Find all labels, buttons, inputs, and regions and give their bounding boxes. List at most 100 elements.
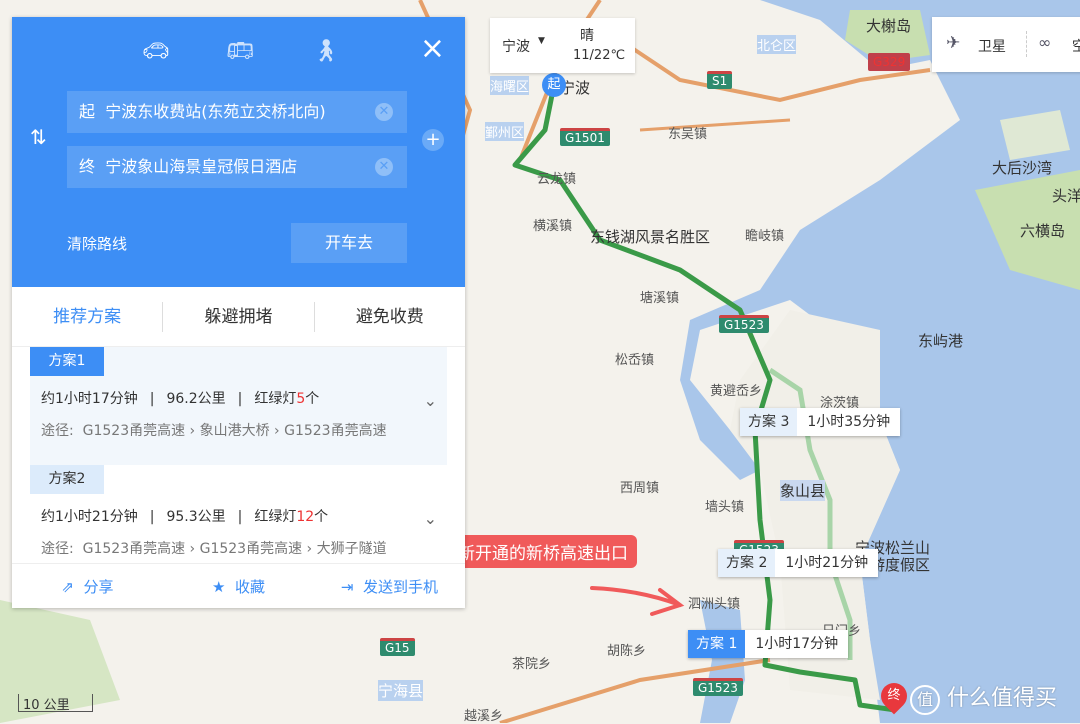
end-marker-label: 终 bbox=[887, 688, 901, 703]
weather-temp: 11/22℃ bbox=[573, 48, 626, 63]
map-label: 大后沙湾 bbox=[992, 159, 1053, 177]
via-item: G1523甬莞高速 bbox=[199, 541, 303, 557]
plan-tag: 方案1 bbox=[30, 347, 104, 376]
bus-icon[interactable]: 🚌︎ bbox=[226, 39, 254, 64]
end-marker[interactable]: 终 bbox=[875, 677, 913, 715]
map-label: 头洋 bbox=[1052, 187, 1080, 205]
via-label: 途径: bbox=[41, 541, 74, 557]
clear-start-icon[interactable]: ✕ bbox=[375, 103, 393, 121]
add-waypoint-button[interactable]: + bbox=[422, 129, 444, 151]
weather-widget[interactable]: 宁波 ▼ 晴 11/22℃ bbox=[490, 18, 635, 73]
star-icon: ★ bbox=[211, 577, 226, 596]
route-callout-1[interactable]: 方案 1 1小时17分钟 bbox=[688, 630, 849, 658]
map-label: 塘溪镇 bbox=[640, 291, 680, 306]
highway-shield: G1523 bbox=[693, 678, 743, 696]
panorama-button[interactable]: 空 bbox=[1072, 36, 1080, 56]
chevron-down-icon[interactable]: ⌄ bbox=[424, 391, 437, 410]
callout-tag: 方案 1 bbox=[688, 630, 746, 658]
divider bbox=[1026, 31, 1027, 57]
clear-end-icon[interactable]: ✕ bbox=[375, 158, 393, 176]
clear-route-button[interactable]: 清除路线 bbox=[67, 233, 127, 254]
end-value: 宁波象山海景皇冠假日酒店 bbox=[105, 157, 298, 176]
lights-unit: 个 bbox=[314, 509, 329, 525]
callout-time: 1小时21分钟 bbox=[785, 555, 869, 571]
chevron-down-icon: ▼ bbox=[538, 36, 545, 46]
share-button[interactable]: ⇗ 分享 bbox=[12, 576, 163, 597]
lights-label: 红绿灯 bbox=[254, 509, 297, 525]
map-label: 六横岛 bbox=[1020, 222, 1066, 240]
swap-button[interactable]: ⇅ bbox=[30, 125, 47, 149]
route-panel: 🚗︎ 🚌︎ 🚶︎ × ⇅ 起 宁波东收费站(东苑立交桥北向) ✕ 终 宁波象山海景… bbox=[12, 17, 465, 608]
route-header: 🚗︎ 🚌︎ 🚶︎ × ⇅ 起 宁波东收费站(东苑立交桥北向) ✕ 终 宁波象山海景… bbox=[12, 17, 465, 287]
highway-shield: S1 bbox=[707, 71, 733, 89]
walk-icon[interactable]: 🚶︎ bbox=[312, 39, 340, 64]
via-item: G1523甬莞高速 bbox=[82, 541, 186, 557]
watermark: 值 什么值得买 bbox=[910, 680, 1057, 715]
callout-tag: 方案 3 bbox=[740, 408, 798, 436]
lights-unit: 个 bbox=[305, 391, 320, 407]
watermark-text: 什么值得买 bbox=[947, 686, 1058, 711]
lights-count: 5 bbox=[296, 391, 306, 407]
map-label: 云龙镇 bbox=[537, 172, 577, 187]
chevron-down-icon[interactable]: ⌄ bbox=[424, 509, 437, 528]
map-label: 东钱湖风景名胜区 bbox=[590, 228, 711, 246]
share-icon: ⇗ bbox=[61, 577, 74, 596]
route-callout-2[interactable]: 方案 2 1小时21分钟 bbox=[718, 549, 879, 577]
plan-1[interactable]: 方案1 约1小时17分钟 | 96.2公里 | 红绿灯5个 ⌄ 途径: G1523甬莞高… bbox=[30, 347, 447, 465]
highway-shield: G329 bbox=[868, 53, 911, 71]
map-label: 泗洲头镇 bbox=[688, 597, 741, 612]
callout-tag: 方案 2 bbox=[718, 549, 776, 577]
weather-condition: 晴 bbox=[580, 28, 594, 44]
watermark-icon: 值 bbox=[910, 685, 940, 715]
plan-2[interactable]: 方案2 约1小时21分钟 | 95.3公里 | 红绿灯12个 ⌄ 途径: G1523甬莞… bbox=[30, 465, 447, 565]
map-label: 墙头镇 bbox=[705, 500, 745, 515]
annotation-label: 新开通的新桥高速出口 bbox=[449, 535, 637, 568]
satellite-icon: ✈ bbox=[946, 33, 961, 53]
start-value: 宁波东收费站(东苑立交桥北向) bbox=[105, 102, 326, 121]
tab-avoid-tolls[interactable]: 避免收费 bbox=[315, 302, 465, 332]
highway-shield: G15 bbox=[380, 638, 415, 656]
close-button[interactable]: × bbox=[420, 31, 445, 66]
send-icon: ⇥ bbox=[340, 577, 354, 596]
route-callout-3[interactable]: 方案 3 1小时35分钟 bbox=[740, 408, 901, 436]
tab-recommended[interactable]: 推荐方案 bbox=[12, 301, 164, 332]
map-label: 松岙镇 bbox=[615, 353, 655, 368]
map-label: 鄞州区 bbox=[485, 122, 525, 141]
tab-avoid-congestion[interactable]: 躲避拥堵 bbox=[163, 301, 315, 332]
map-label: 瞻岐镇 bbox=[745, 229, 785, 244]
panel-footer: ⇗ 分享 ★ 收藏 ⇥ 发送到手机 bbox=[12, 563, 465, 608]
highway-shield: G1501 bbox=[560, 128, 610, 146]
plan-distance: 96.2公里 bbox=[166, 391, 226, 407]
highway-shield: G1523 bbox=[719, 315, 769, 333]
start-input[interactable]: 起 宁波东收费站(东苑立交桥北向) ✕ bbox=[67, 91, 407, 133]
map-label: 北仑区 bbox=[757, 35, 797, 54]
map-label: 大榭岛 bbox=[866, 17, 912, 35]
send-label: 发送到手机 bbox=[363, 577, 439, 596]
satellite-button[interactable]: 卫星 bbox=[978, 36, 1006, 56]
plan-time: 约1小时17分钟 bbox=[41, 391, 138, 407]
map-label: 越溪乡 bbox=[464, 709, 504, 724]
end-prefix: 终 bbox=[79, 157, 96, 176]
map-label: 胡陈乡 bbox=[607, 644, 647, 659]
car-icon[interactable]: 🚗︎ bbox=[142, 39, 170, 64]
via-label: 途径: bbox=[41, 423, 74, 439]
callout-time: 1小时17分钟 bbox=[755, 636, 839, 652]
start-marker[interactable]: 起 bbox=[542, 73, 566, 97]
scale-bar: 10 公里 bbox=[18, 694, 93, 713]
share-label: 分享 bbox=[83, 577, 114, 596]
favorite-button[interactable]: ★ 收藏 bbox=[163, 576, 314, 597]
via-item: 象山港大桥 bbox=[199, 423, 270, 439]
map-label: 横溪镇 bbox=[533, 219, 573, 234]
via-item: G1523甬莞高速 bbox=[284, 423, 387, 439]
start-prefix: 起 bbox=[79, 102, 96, 121]
map-label: 东吴镇 bbox=[668, 127, 708, 142]
map-label: 黄避岙乡 bbox=[710, 384, 763, 399]
drive-button[interactable]: 开车去 bbox=[291, 223, 407, 263]
route-tabs: 推荐方案 躲避拥堵 避免收费 bbox=[12, 287, 465, 347]
favorite-label: 收藏 bbox=[234, 577, 265, 596]
plan-time: 约1小时21分钟 bbox=[41, 509, 138, 525]
send-to-phone-button[interactable]: ⇥ 发送到手机 bbox=[314, 576, 465, 597]
city-selector[interactable]: 宁波 bbox=[502, 36, 530, 56]
lights-count: 12 bbox=[296, 509, 315, 525]
end-input[interactable]: 终 宁波象山海景皇冠假日酒店 ✕ bbox=[67, 146, 407, 188]
